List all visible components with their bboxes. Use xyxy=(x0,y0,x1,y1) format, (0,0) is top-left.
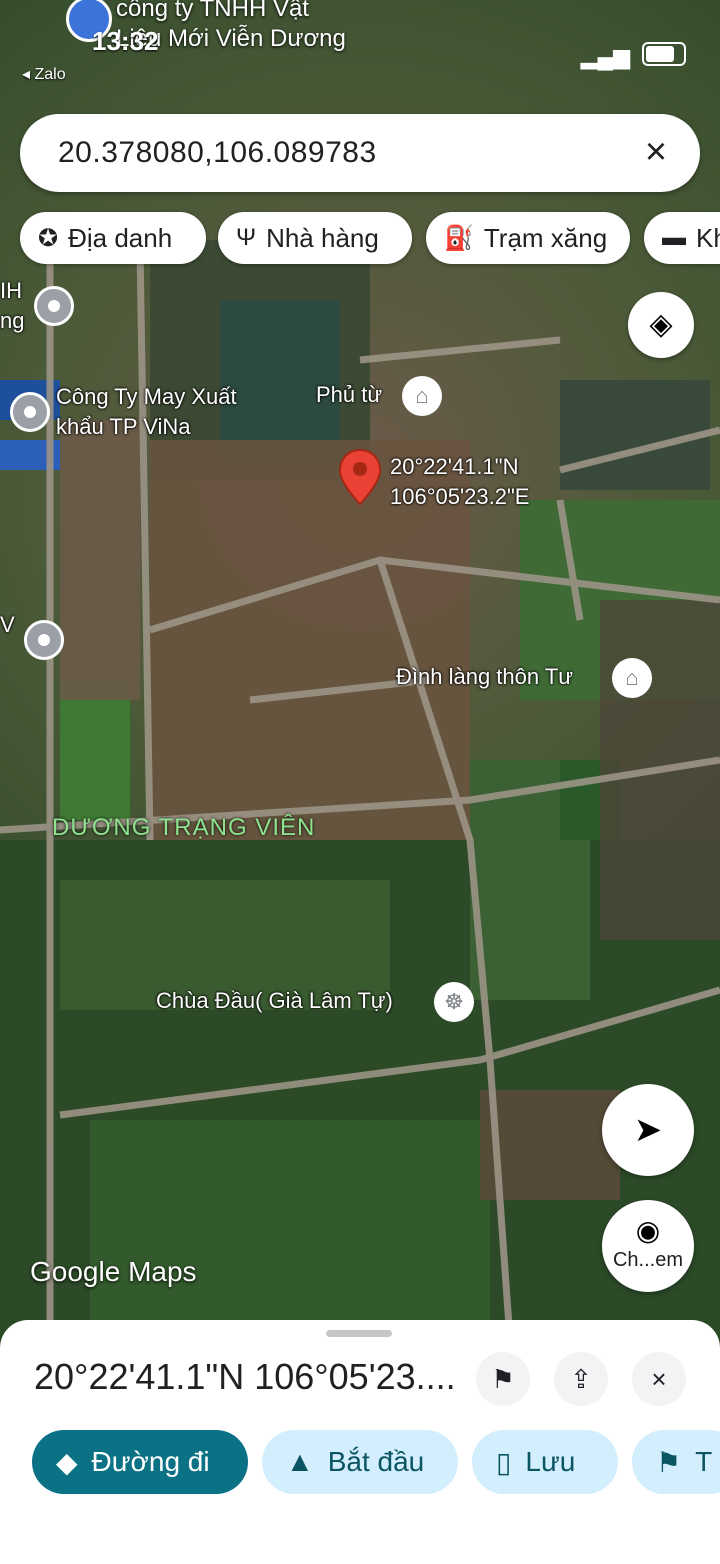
search-bar[interactable]: 20.378080,106.089783 × xyxy=(20,114,700,192)
chip-restaurants[interactable]: Ψ Nhà hàng xyxy=(218,212,412,264)
action-label: Đường đi xyxy=(91,1446,210,1477)
pin-icon[interactable] xyxy=(10,392,50,432)
camera-icon: ◉ xyxy=(635,1215,661,1246)
pin-icon[interactable] xyxy=(34,286,74,326)
close-icon[interactable]: × xyxy=(636,132,676,172)
poi-label-dinh-lang[interactable]: Đình làng thôn Tư xyxy=(396,664,573,690)
chip-hotels[interactable]: ▬ Kh xyxy=(644,212,720,264)
flag-icon: ⚑ xyxy=(656,1446,682,1478)
landmark-icon[interactable]: ⌂ xyxy=(402,376,442,416)
pin-coordinates: 20°22'41.1"N 106°05'23.2"E xyxy=(390,452,529,512)
drag-handle[interactable] xyxy=(326,1330,392,1337)
status-bar: công ty TNHH Vật Liệu Mới Viễn Dương 13:… xyxy=(0,0,720,90)
pin-icon[interactable] xyxy=(24,620,64,660)
label-button[interactable]: ⚑ T xyxy=(632,1430,720,1494)
chip-label: Trạm xăng xyxy=(483,222,608,253)
lens-label: Ch...em xyxy=(612,1249,684,1271)
poi-label-ih[interactable]: IH ng xyxy=(0,276,24,336)
layers-button[interactable]: ◈ xyxy=(628,292,694,358)
save-button[interactable]: ▯ Lưu xyxy=(472,1430,618,1494)
poi-label-vina[interactable]: Công Ty May Xuất khẩu TP ViNa xyxy=(56,382,237,442)
restaurant-icon: Ψ xyxy=(236,224,257,251)
poi-label-v[interactable]: V xyxy=(0,612,15,638)
gas-station-icon: ⛽ xyxy=(444,224,474,252)
close-icon[interactable]: × xyxy=(632,1352,686,1406)
temple-icon[interactable]: ☸ xyxy=(434,982,474,1022)
my-location-button[interactable]: ➤ xyxy=(602,1084,694,1176)
layers-icon: ◈ xyxy=(649,308,673,341)
google-maps-logo: Google Maps xyxy=(30,1256,197,1287)
sheet-title: 20°22'41.1"N 106°05'23.... xyxy=(34,1356,456,1397)
action-label: Bắt đầu xyxy=(327,1446,425,1477)
bookmark-icon: ▯ xyxy=(496,1446,512,1478)
poi-label-chua-dau[interactable]: Chùa Đầu( Già Lâm Tự) xyxy=(156,988,393,1014)
bottom-sheet: 20°22'41.1"N 106°05'23.... ⚑ ⇪ × ◆ Đường… xyxy=(0,1320,720,1564)
back-to-app[interactable]: ◂ Zalo xyxy=(22,64,66,84)
chip-label: Địa danh xyxy=(68,222,173,253)
battery-icon xyxy=(642,42,686,66)
chip-landmarks[interactable]: ✪ Địa danh xyxy=(20,212,206,264)
chip-label: Nhà hàng xyxy=(266,222,379,253)
landmark-icon: ✪ xyxy=(38,224,59,252)
directions-icon: ◆ xyxy=(56,1446,78,1478)
navigation-arrow-icon: ➤ xyxy=(633,1111,663,1149)
location-pin-icon[interactable] xyxy=(338,448,382,506)
category-chips: ✪ Địa danh Ψ Nhà hàng ⛽ Trạm xăng ▬ Kh xyxy=(20,212,720,268)
pin-lng: 106°05'23.2"E xyxy=(390,484,530,509)
chip-label: Kh xyxy=(696,222,720,253)
chip-gas-stations[interactable]: ⛽ Trạm xăng xyxy=(426,212,630,264)
status-time: 13:32 xyxy=(92,26,159,56)
pin-lat: 20°22'41.1"N xyxy=(390,454,519,479)
directions-button[interactable]: ◆ Đường đi xyxy=(32,1430,248,1494)
start-button[interactable]: ▲ Bắt đầu xyxy=(262,1430,458,1494)
navigation-icon: ▲ xyxy=(286,1446,314,1477)
signal-icon: ▂▄▆ xyxy=(580,44,630,69)
action-label: Lưu xyxy=(525,1446,576,1477)
landmark-icon[interactable]: ⌂ xyxy=(612,658,652,698)
bookmark-icon[interactable]: ⚑ xyxy=(476,1352,530,1406)
action-label: T xyxy=(695,1446,713,1477)
hotel-icon: ▬ xyxy=(662,224,686,251)
search-query[interactable]: 20.378080,106.089783 xyxy=(58,136,377,170)
poi-label-phu-tu[interactable]: Phủ từ xyxy=(316,382,382,408)
share-icon[interactable]: ⇪ xyxy=(554,1352,608,1406)
lens-button[interactable]: ◉ Ch...em xyxy=(602,1200,694,1292)
area-label: DƯƠNG TRẠNG VIÊN xyxy=(52,814,316,841)
